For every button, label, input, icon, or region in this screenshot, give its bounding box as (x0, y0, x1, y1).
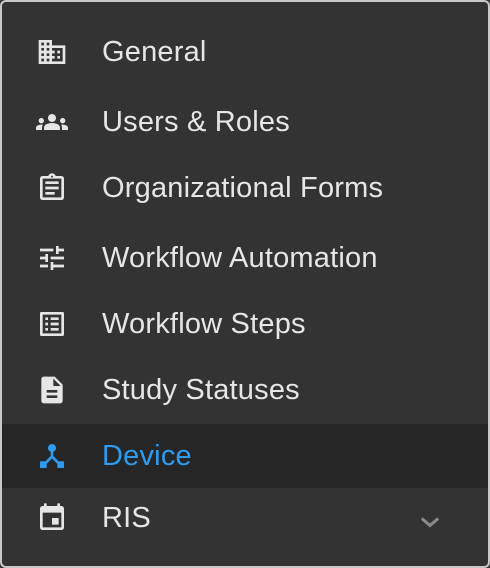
menu-item-label: Study Statuses (102, 373, 300, 406)
calendar-icon (32, 498, 72, 538)
menu-item-users-roles[interactable]: Users & Roles (2, 90, 488, 154)
menu-item-label: Workflow Automation (102, 241, 378, 274)
device-hub-icon (32, 436, 72, 476)
building-icon (32, 32, 72, 72)
menu-item-label: Device (102, 439, 192, 472)
menu-item-organizational-forms[interactable]: Organizational Forms (2, 156, 488, 220)
list-icon (32, 304, 72, 344)
menu-item-label: RIS (102, 501, 151, 534)
menu-item-general[interactable]: General (2, 20, 488, 84)
menu-item-workflow-automation[interactable]: Workflow Automation (2, 226, 488, 290)
menu-item-label: Workflow Steps (102, 307, 306, 340)
menu-item-label: Users & Roles (102, 105, 290, 138)
menu-item-device[interactable]: Device (2, 424, 488, 488)
menu-item-workflow-steps[interactable]: Workflow Steps (2, 292, 488, 356)
menu-item-ris[interactable]: RIS (2, 486, 488, 550)
chevron-down-icon[interactable] (416, 508, 444, 536)
tune-sliders-icon (32, 238, 72, 278)
menu-item-study-statuses[interactable]: Study Statuses (2, 358, 488, 422)
menu-item-label: General (102, 35, 207, 68)
group-icon (32, 102, 72, 142)
menu-item-label: Organizational Forms (102, 171, 384, 204)
document-icon (32, 370, 72, 410)
settings-menu-panel: General Users & Roles Organizational For… (0, 0, 490, 568)
clipboard-icon (32, 168, 72, 208)
